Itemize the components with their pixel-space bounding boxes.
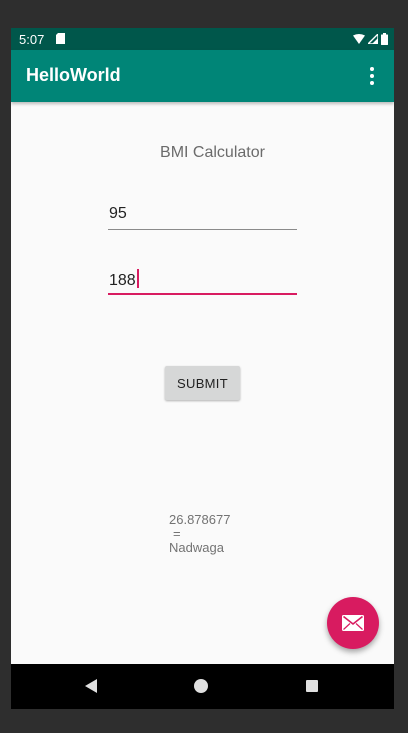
height-value: 188	[109, 272, 136, 289]
email-fab-button[interactable]	[327, 597, 379, 649]
cell-signal-icon	[368, 34, 378, 44]
main-content: BMI Calculator 95 188 SUBMIT 26.878677 =…	[11, 102, 394, 664]
result-category: Nadwaga	[169, 540, 224, 555]
app-bar: HelloWorld	[11, 50, 394, 102]
email-icon	[342, 615, 364, 631]
height-value-wrapper: 188	[109, 269, 139, 290]
status-time: 5:07	[19, 32, 45, 47]
result-text: 26.878677 = Nadwaga	[169, 513, 230, 555]
app-title: HelloWorld	[26, 65, 121, 85]
result-value: 26.878677	[169, 512, 231, 527]
home-icon[interactable]	[194, 679, 208, 693]
overflow-menu-icon[interactable]	[360, 64, 384, 88]
navigation-bar	[11, 664, 394, 709]
weight-input[interactable]: 95	[108, 201, 297, 230]
result-equals: =	[173, 526, 181, 541]
battery-icon	[381, 33, 388, 45]
weight-value: 95	[109, 205, 127, 222]
phone-screen: 5:07 HelloWorld BMI Calculator 95 188 SU…	[11, 28, 394, 709]
page-title: BMI Calculator	[160, 144, 265, 161]
submit-button[interactable]: SUBMIT	[165, 366, 240, 400]
height-input[interactable]: 188	[108, 265, 297, 295]
text-cursor	[136, 269, 139, 288]
recents-icon[interactable]	[306, 680, 318, 692]
wifi-icon	[353, 34, 365, 44]
device-frame: 5:07 HelloWorld BMI Calculator 95 188 SU…	[0, 0, 408, 733]
sd-card-icon	[56, 33, 65, 44]
status-bar: 5:07	[11, 28, 394, 50]
status-icons	[353, 32, 388, 46]
back-icon[interactable]	[85, 679, 97, 693]
